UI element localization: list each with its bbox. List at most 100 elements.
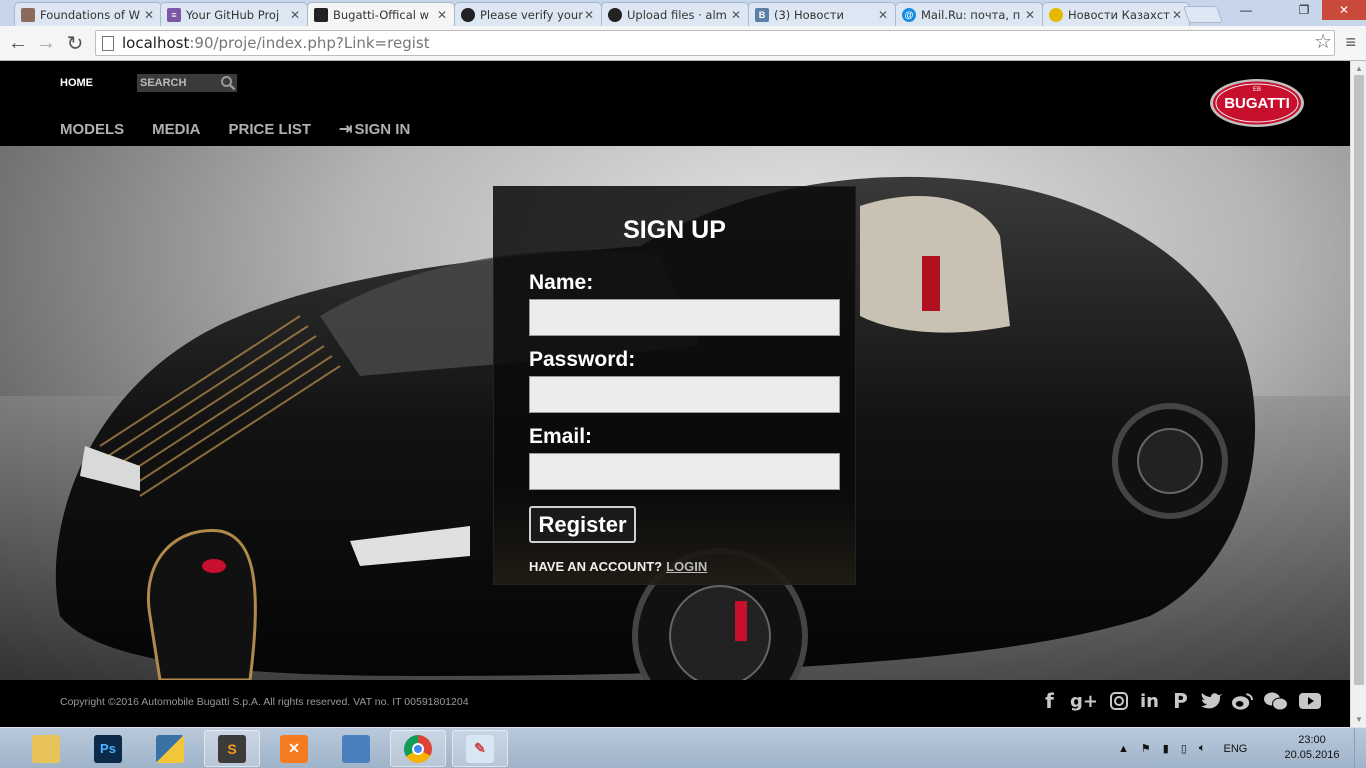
tab-title: (3) Новости [774, 7, 844, 22]
maximize-icon[interactable]: ❐ [1290, 0, 1318, 20]
address-bar[interactable]: localhost:90/proje/index.php?Link=regist [95, 30, 1335, 56]
close-tab-icon[interactable]: ✕ [289, 8, 301, 22]
nav-media[interactable]: MEDIA [152, 119, 200, 139]
browser-menu-icon[interactable]: ≡ [1345, 32, 1356, 53]
bookmark-star-icon[interactable]: ☆ [1314, 29, 1332, 54]
pinterest-icon[interactable]: P [1169, 688, 1192, 714]
wechat-icon[interactable] [1262, 688, 1290, 714]
browser-tab[interactable]: Please verify your ✕ [454, 2, 602, 26]
name-label: Name: [529, 271, 594, 294]
taskbar-python[interactable] [142, 730, 198, 767]
network-icon[interactable]: ▮ [1163, 742, 1169, 755]
minimize-icon[interactable]: — [1232, 0, 1260, 20]
volume-icon[interactable]: 🔈︎ [1199, 742, 1206, 755]
back-arrow-icon[interactable]: ← [5, 31, 31, 55]
social-links: f g+ in P [1038, 688, 1321, 714]
sublime-text-icon: S [218, 734, 246, 763]
browser-toolbar: ← → ↻ localhost:90/proje/index.php?Link=… [0, 26, 1366, 61]
close-tab-icon[interactable]: ✕ [730, 8, 742, 22]
browser-tab[interactable]: Upload files · alm ✕ [601, 2, 749, 26]
page-scrollbar[interactable]: ▲ ▼ [1350, 61, 1366, 727]
tab-title: Mail.Ru: почта, п [921, 7, 1021, 22]
browser-tab[interactable]: B (3) Новости ✕ [748, 2, 896, 26]
tray-expand-icon[interactable]: ▲ [1118, 743, 1129, 755]
foundations-favicon-icon [21, 7, 35, 22]
name-input[interactable] [529, 299, 840, 336]
github-favicon-icon [461, 7, 475, 22]
close-tab-icon[interactable]: ✕ [436, 8, 448, 22]
close-tab-icon[interactable]: ✕ [1024, 8, 1036, 22]
sign-in-icon: ⇥ [339, 121, 353, 138]
register-button[interactable]: Register [529, 506, 636, 543]
page-icon [102, 35, 114, 51]
instagram-icon[interactable] [1107, 688, 1130, 714]
paint-icon: ✎ [466, 734, 494, 763]
search-input[interactable] [140, 77, 220, 89]
email-label: Email: [529, 425, 593, 448]
forward-arrow-icon[interactable]: → [33, 31, 59, 55]
email-input[interactable] [529, 453, 840, 490]
reload-icon[interactable]: ↻ [62, 31, 88, 55]
facebook-icon[interactable]: f [1038, 688, 1061, 714]
scroll-thumb[interactable] [1354, 75, 1364, 685]
search-icon[interactable] [220, 75, 236, 91]
browser-tab-active[interactable]: Bugatti-Offical w ✕ [307, 2, 455, 26]
language-indicator[interactable]: ENG [1224, 743, 1248, 755]
google-plus-icon[interactable]: g+ [1069, 688, 1099, 714]
copyright-text: Copyright ©2016 Automobile Bugatti S.p.A… [60, 696, 469, 708]
linkedin-icon[interactable]: in [1138, 688, 1161, 714]
mailru-favicon-icon: @ [902, 7, 916, 22]
browser-tab[interactable]: ≡ Your GitHub Proj ✕ [160, 2, 308, 26]
browser-tab[interactable]: @ Mail.Ru: почта, п ✕ [895, 2, 1043, 26]
nav-sign-in[interactable]: ⇥ SIGN IN [339, 119, 410, 139]
search-box [137, 74, 237, 92]
close-tab-icon[interactable]: ✕ [143, 8, 155, 22]
show-desktop-button[interactable] [1354, 728, 1366, 768]
youtube-icon[interactable] [1298, 688, 1321, 714]
taskbar-photoshop[interactable]: Ps [80, 730, 136, 767]
taskbar-xampp[interactable]: ✕ [266, 730, 322, 767]
nav-models[interactable]: MODELS [60, 119, 124, 139]
browser-tab[interactable]: Foundations of W ✕ [14, 2, 162, 26]
window-close-icon[interactable]: ✕ [1322, 0, 1366, 20]
scroll-down-icon[interactable]: ▼ [1355, 715, 1363, 724]
new-tab-button[interactable] [1182, 6, 1224, 23]
web-page: HOME MODELS MEDIA PRICE LIST ⇥SIGN IN BU… [0, 61, 1350, 727]
clock-date: 20.05.2016 [1284, 749, 1340, 761]
taskbar-chrome[interactable] [390, 730, 446, 767]
folder-icon [32, 734, 60, 763]
browser-tab[interactable]: Новости Казахст ✕ [1042, 2, 1190, 26]
password-label: Password: [529, 348, 636, 371]
signup-panel: SIGN UP Name: Password: Email: Register … [493, 186, 856, 585]
taskbar-explorer[interactable] [18, 730, 74, 767]
system-tray: ▲ ⚑ ▮ ▯ 🔈︎ ENG [1118, 728, 1247, 768]
url-path: :90/proje/index.php?Link=regist [189, 34, 430, 52]
taskbar-paint[interactable]: ✎ [452, 730, 508, 767]
site-header: HOME MODELS MEDIA PRICE LIST ⇥SIGN IN BU… [0, 61, 1350, 146]
weibo-icon[interactable] [1231, 688, 1254, 714]
taskbar-virtualbox[interactable] [328, 730, 384, 767]
nav-sign-in-label: SIGN IN [354, 120, 411, 138]
home-link[interactable]: HOME [60, 77, 93, 89]
taskbar-sublime[interactable]: S [204, 730, 260, 767]
nav-price-list[interactable]: PRICE LIST [229, 119, 312, 139]
tab-title: Bugatti-Offical w [333, 7, 430, 22]
bugatti-logo[interactable]: BUGATTI EB [1209, 78, 1305, 128]
browser-tab-strip: Foundations of W ✕ ≡ Your GitHub Proj ✕ … [0, 0, 1366, 26]
login-link[interactable]: LOGIN [666, 559, 707, 574]
scroll-up-icon[interactable]: ▲ [1355, 64, 1363, 73]
battery-icon[interactable]: ▯ [1181, 742, 1187, 755]
tab-title: Your GitHub Proj [186, 7, 280, 22]
url-host: localhost [122, 34, 190, 52]
twitter-icon[interactable] [1200, 688, 1223, 714]
close-tab-icon[interactable]: ✕ [583, 8, 595, 22]
main-nav: MODELS MEDIA PRICE LIST ⇥ SIGN IN [60, 119, 410, 139]
logo-text: BUGATTI [1224, 95, 1290, 112]
close-tab-icon[interactable]: ✕ [1171, 8, 1183, 22]
chrome-icon [404, 734, 432, 763]
close-tab-icon[interactable]: ✕ [877, 8, 889, 22]
flag-icon[interactable]: ⚑ [1141, 742, 1151, 755]
clock[interactable]: 23:00 20.05.2016 [1284, 733, 1340, 763]
password-input[interactable] [529, 376, 840, 413]
signup-title: SIGN UP [623, 216, 726, 244]
